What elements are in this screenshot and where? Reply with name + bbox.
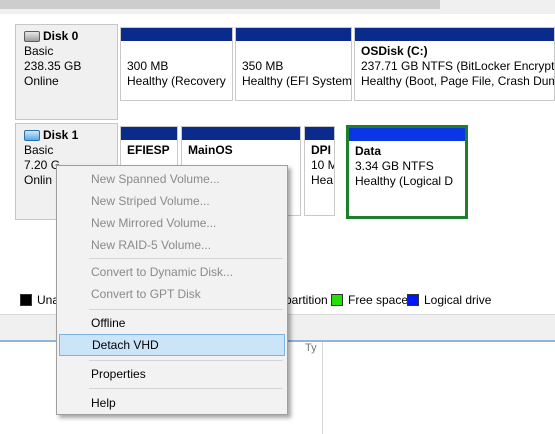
partition-recovery[interactable]: 300 MB Healthy (Recovery	[120, 27, 233, 101]
partition-title: MainOS	[188, 143, 233, 157]
menu-item-properties[interactable]: Properties	[59, 363, 285, 385]
legend-unallocated: Una	[20, 293, 59, 307]
menu-separator	[89, 309, 283, 310]
menu-item-detach-vhd[interactable]: Detach VHD	[59, 334, 285, 356]
vhd-disk-icon	[24, 130, 40, 141]
partition-title: Data	[355, 144, 382, 158]
disk-type: Basic	[24, 143, 54, 157]
menu-separator	[89, 388, 283, 389]
partition-bar	[121, 127, 177, 140]
partition-status: Hea	[311, 173, 334, 187]
legend-swatch	[331, 294, 343, 306]
partition-status: Healthy (Boot, Page File, Crash Dump	[361, 74, 555, 88]
partition-size: 10 M	[311, 158, 334, 172]
legend-swatch	[20, 294, 32, 306]
column-divider	[322, 342, 323, 434]
partition-size: 350 MB	[242, 59, 284, 73]
disk-size: 238.35 GB	[24, 59, 82, 73]
partition-status: Healthy (Logical D	[355, 174, 454, 188]
legend-free-space: Free space	[331, 293, 408, 307]
disk-name: Disk 0	[43, 29, 79, 43]
partition-bar	[305, 127, 334, 140]
partition-bar	[121, 28, 232, 41]
partition-title: DPI	[311, 143, 332, 157]
legend-label: Logical drive	[424, 293, 492, 307]
partition-bar	[349, 128, 465, 141]
partition-title: EFIESP	[127, 143, 170, 157]
legend-label: partition	[285, 293, 328, 307]
menu-separator	[89, 360, 283, 361]
horizontal-scrollbar[interactable]	[0, 0, 555, 14]
menu-item-convert-dynamic[interactable]: Convert to Dynamic Disk...	[59, 261, 285, 283]
legend-swatch	[407, 294, 419, 306]
partition-bar	[182, 127, 300, 140]
menu-item-new-striped-volume[interactable]: New Striped Volume...	[59, 190, 285, 212]
disk-icon	[24, 31, 40, 42]
partition-dpp[interactable]: DPI 10 M Hea	[304, 126, 335, 216]
menu-item-offline[interactable]: Offline	[59, 312, 285, 334]
disk-status: Online	[24, 74, 59, 88]
context-menu: New Spanned Volume... New Striped Volume…	[56, 165, 288, 415]
partition-title: OSDisk (C:)	[361, 44, 428, 58]
partition-size: 237.71 GB NTFS (BitLocker Encrypted	[361, 59, 555, 73]
disk-type: Basic	[24, 44, 54, 58]
menu-item-new-spanned-volume[interactable]: New Spanned Volume...	[59, 168, 285, 190]
partition-efi[interactable]: 350 MB Healthy (EFI System	[235, 27, 352, 101]
menu-separator	[89, 258, 283, 259]
menu-item-convert-gpt[interactable]: Convert to GPT Disk	[59, 283, 285, 305]
partition-status: Healthy (Recovery	[127, 74, 226, 88]
legend-primary: partition	[285, 293, 328, 307]
disk-name: Disk 1	[43, 128, 79, 142]
menu-item-new-raid5-volume[interactable]: New RAID-5 Volume...	[59, 234, 285, 256]
partition-osdisk[interactable]: OSDisk (C:) 237.71 GB NTFS (BitLocker En…	[354, 27, 555, 101]
partition-bar	[355, 28, 554, 41]
legend-label: Free space	[348, 293, 409, 307]
partition-status: Healthy (EFI System	[242, 74, 352, 88]
partition-bar	[236, 28, 351, 41]
disk-0-label[interactable]: Disk 0 Basic 238.35 GB Online	[15, 24, 118, 120]
menu-item-new-mirrored-volume[interactable]: New Mirrored Volume...	[59, 212, 285, 234]
menu-item-help[interactable]: Help	[59, 392, 285, 414]
partition-size: 3.34 GB NTFS	[355, 159, 434, 173]
partition-size: 300 MB	[127, 59, 169, 73]
legend-logical-drive: Logical drive	[407, 293, 491, 307]
scrollbar-thumb[interactable]	[0, 0, 440, 9]
partition-data[interactable]: Data 3.34 GB NTFS Healthy (Logical D	[346, 125, 468, 219]
